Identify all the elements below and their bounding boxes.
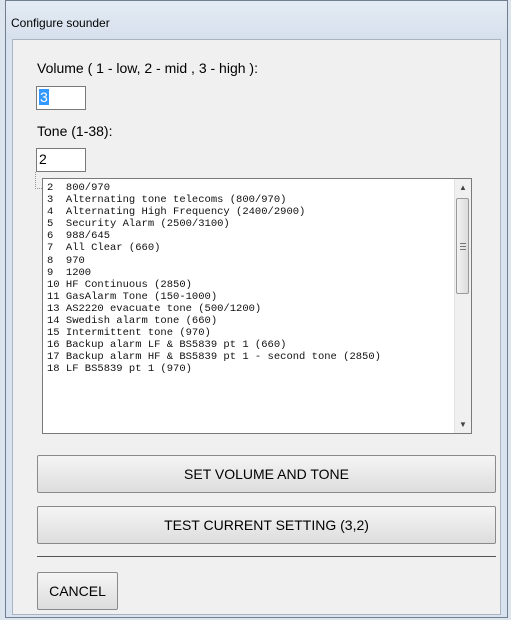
list-item[interactable]: 11 GasAlarm Tone (150-1000) — [47, 291, 381, 303]
volume-value: 3 — [39, 89, 49, 105]
list-item[interactable]: 18 LF BS5839 pt 1 (970) — [47, 363, 381, 375]
cancel-button[interactable]: CANCEL — [37, 572, 118, 610]
dialog-content: Volume ( 1 - low, 2 - mid , 3 - high ): … — [12, 39, 501, 615]
tone-input[interactable]: 2 — [36, 148, 86, 172]
volume-label: Volume ( 1 - low, 2 - mid , 3 - high ): — [37, 60, 258, 76]
list-item[interactable]: 14 Swedish alarm tone (660) — [47, 315, 381, 327]
list-item[interactable]: 13 AS2220 evacuate tone (500/1200) — [47, 303, 381, 315]
grip-icon — [460, 243, 466, 252]
scroll-up-arrow-icon[interactable]: ▲ — [459, 183, 467, 192]
set-volume-and-tone-button[interactable]: SET VOLUME AND TONE — [37, 455, 496, 493]
volume-input[interactable]: 3 — [36, 86, 86, 110]
scroll-thumb[interactable] — [456, 198, 469, 294]
list-item[interactable]: 4 Alternating High Frequency (2400/2900) — [47, 206, 381, 218]
configure-sounder-window: Configure sounder Volume ( 1 - low, 2 - … — [5, 0, 508, 618]
listbox-scrollbar[interactable]: ▲ ▼ — [454, 179, 471, 433]
list-item[interactable]: 2 800/970 — [47, 182, 381, 194]
list-item[interactable]: 3 Alternating tone telecoms (800/970) — [47, 194, 381, 206]
tone-value: 2 — [39, 151, 47, 167]
list-item[interactable]: 15 Intermittent tone (970) — [47, 327, 381, 339]
list-item[interactable]: 8 970 — [47, 255, 381, 267]
scroll-down-arrow-icon[interactable]: ▼ — [459, 420, 467, 429]
list-item[interactable]: 7 All Clear (660) — [47, 242, 381, 254]
list-item[interactable]: 5 Security Alarm (2500/3100) — [47, 218, 381, 230]
title-bar[interactable]: Configure sounder — [6, 1, 507, 39]
list-item[interactable]: 10 HF Continuous (2850) — [47, 279, 381, 291]
divider — [37, 556, 496, 557]
tone-list: 2 800/970 3 Alternating tone telecoms (80… — [47, 182, 381, 376]
tone-label: Tone (1-38): — [37, 123, 113, 139]
list-item[interactable]: 6 988/645 — [47, 230, 381, 242]
list-item[interactable]: 17 Backup alarm HF & BS5839 pt 1 - secon… — [47, 351, 381, 363]
tree-connector — [35, 172, 37, 189]
list-item[interactable]: 16 Backup alarm LF & BS5839 pt 1 (660) — [47, 339, 381, 351]
tone-listbox[interactable]: 2 800/970 3 Alternating tone telecoms (80… — [42, 178, 472, 434]
window-title: Configure sounder — [11, 16, 110, 30]
test-current-setting-button[interactable]: TEST CURRENT SETTING (3,2) — [37, 506, 496, 544]
list-item[interactable]: 9 1200 — [47, 267, 381, 279]
